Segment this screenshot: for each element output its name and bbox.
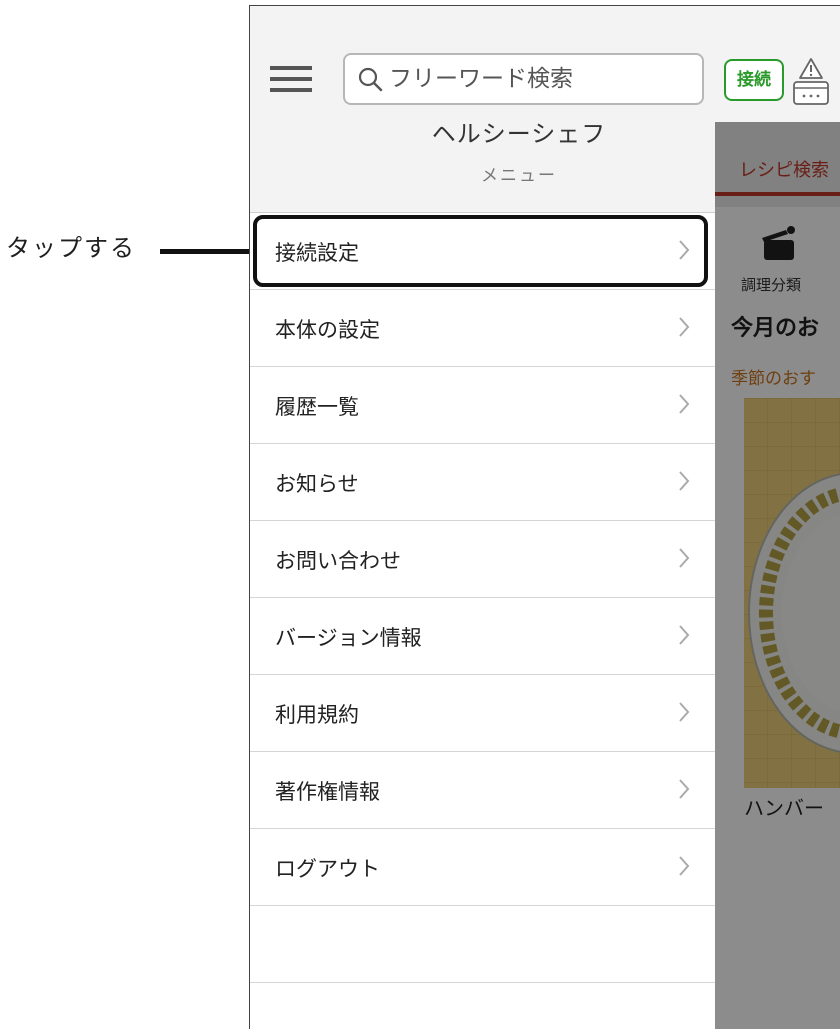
chevron-right-icon	[679, 471, 690, 491]
app-title: ヘルシーシェフ	[431, 120, 607, 148]
menu-item-label: お問い合わせ	[275, 549, 401, 573]
menu-item-device-settings[interactable]: 本体の設定	[250, 290, 715, 367]
device-warning-icon[interactable]	[791, 56, 831, 108]
menu-item-label: 接続設定	[275, 241, 359, 265]
menu-item-connection-settings[interactable]: 接続設定	[250, 213, 715, 290]
search-box[interactable]	[343, 53, 704, 105]
menu-item-label: バージョン情報	[275, 626, 422, 650]
callout-label: タップする	[6, 234, 136, 262]
phone-screen: 接続 ヘルシーシェフ メニュー レシピ検索	[249, 5, 840, 1029]
menu-item-label: ログアウト	[275, 857, 380, 881]
chevron-right-icon	[679, 394, 690, 414]
hamburger-icon[interactable]	[270, 66, 312, 96]
chevron-right-icon	[679, 240, 690, 260]
menu-item-label: 利用規約	[275, 703, 359, 727]
menu-item-logout[interactable]: ログアウト	[250, 829, 715, 906]
chevron-right-icon	[679, 702, 690, 722]
chevron-right-icon	[679, 856, 690, 876]
page: タップする 接続	[0, 0, 840, 1029]
menu-item-history[interactable]: 履歴一覧	[250, 367, 715, 444]
menu-item-label: お知らせ	[275, 472, 359, 496]
menu-item-label: 著作権情報	[275, 780, 380, 804]
menu-item-copyright[interactable]: 著作権情報	[250, 752, 715, 829]
menu-item-label: 履歴一覧	[275, 395, 359, 419]
chevron-right-icon	[679, 779, 690, 799]
chevron-right-icon	[679, 317, 690, 337]
dim-overlay[interactable]	[715, 122, 840, 1029]
search-input[interactable]	[389, 63, 689, 95]
menu-item-empty	[250, 906, 715, 983]
menu-item-label: 本体の設定	[275, 318, 380, 342]
chevron-right-icon	[679, 548, 690, 568]
menu-item-terms[interactable]: 利用規約	[250, 675, 715, 752]
menu-item-contact[interactable]: お問い合わせ	[250, 521, 715, 598]
menu-caption: メニュー	[481, 166, 557, 186]
menu-item-notices[interactable]: お知らせ	[250, 444, 715, 521]
search-icon	[358, 67, 383, 92]
menu-item-version-info[interactable]: バージョン情報	[250, 598, 715, 675]
chevron-right-icon	[679, 625, 690, 645]
side-menu: 接続設定 本体の設定 履歴一覧 お知らせ お問い合わせ バージョン情報 利用規約…	[250, 213, 715, 1029]
callout-pointer-line	[160, 249, 252, 254]
background-app-content: レシピ検索 調理分類 今月のお 季節のおす ハンバー	[715, 122, 840, 1029]
connect-status-badge[interactable]: 接続	[724, 59, 784, 101]
